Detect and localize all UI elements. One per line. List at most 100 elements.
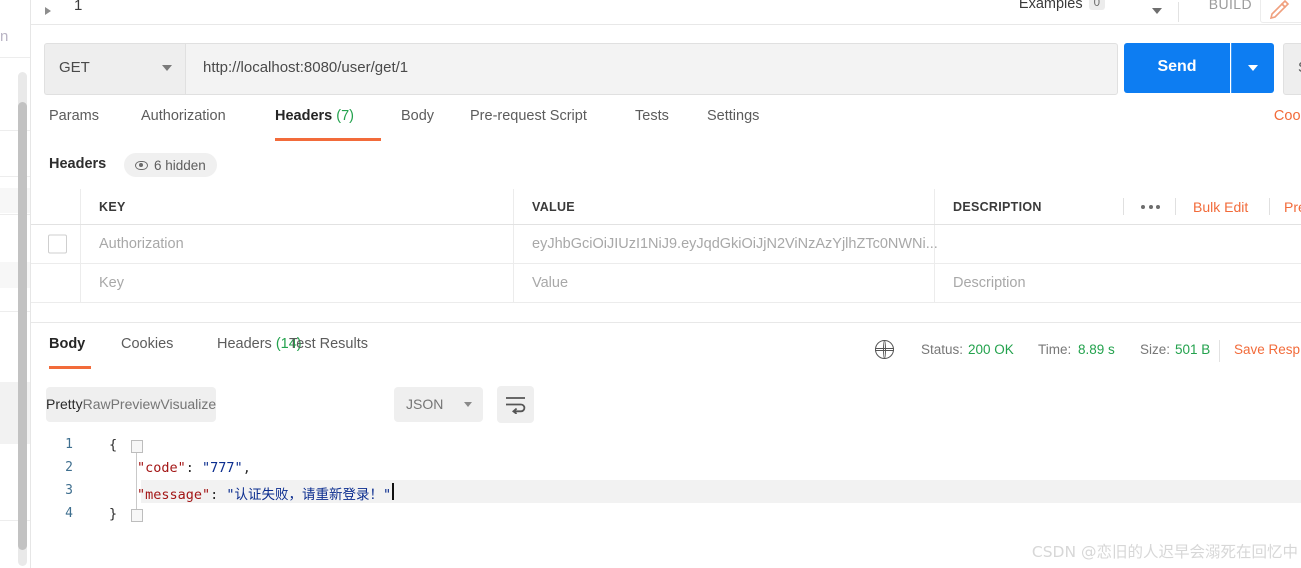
send-options-button[interactable] xyxy=(1231,43,1274,93)
column-header-key: KEY xyxy=(81,189,514,224)
size-value: 501 B xyxy=(1175,342,1211,357)
request-tab-authorization[interactable]: Authorization xyxy=(141,108,226,124)
toolbar-divider xyxy=(1269,198,1270,215)
toolbar-divider xyxy=(1175,198,1176,215)
hidden-headers-label: 6 hidden xyxy=(154,157,206,173)
save-button[interactable]: Sav xyxy=(1283,43,1301,95)
watermark: CSDN @恋旧的人迟早会溺死在回忆中 xyxy=(1031,543,1298,561)
body-format-pretty[interactable]: Pretty xyxy=(46,387,83,422)
column-header-value: VALUE xyxy=(514,189,935,224)
tab-label: Settings xyxy=(707,108,760,124)
request-tab-headers[interactable]: Headers (7) xyxy=(275,108,354,124)
headers-table: KEY VALUE DESCRIPTION Bulk Edit Pre Authoriza… xyxy=(31,189,1301,303)
sidebar-scrollbar[interactable] xyxy=(18,72,27,566)
status-label: Status: xyxy=(921,342,964,357)
request-tab-tests[interactable]: Tests xyxy=(635,108,669,124)
request-tab-settings[interactable]: Settings xyxy=(707,108,759,124)
code-token: , xyxy=(242,460,251,476)
code-token: { xyxy=(109,437,118,453)
request-tab-body[interactable]: Body xyxy=(401,108,434,124)
column-header-checkbox xyxy=(31,189,81,224)
request-collapsed-bar: 1 Examples 0 BUILD xyxy=(31,0,1301,25)
tab-label: Headers xyxy=(275,108,333,124)
response-tab-test-results[interactable]: Test Results xyxy=(289,336,368,352)
body-format-preview[interactable]: Preview xyxy=(111,387,161,422)
body-format-group: Pretty Raw Preview Visualize xyxy=(46,387,217,422)
size-label: Size: xyxy=(1140,342,1171,357)
sidebar-ghost-text: n xyxy=(0,28,9,45)
code-token: : xyxy=(210,487,227,503)
code-line: } xyxy=(109,506,117,522)
http-method-select[interactable]: GET xyxy=(44,43,186,95)
response-tab-body[interactable]: Body xyxy=(49,336,85,352)
bulk-edit-button[interactable]: Bulk Edit xyxy=(1193,199,1248,215)
examples-button[interactable]: Examples 0 xyxy=(1019,0,1105,12)
line-number: 1 xyxy=(65,437,73,452)
tab-label: Pre-request Script xyxy=(470,108,587,124)
globe-icon xyxy=(874,339,894,359)
body-language-select[interactable]: JSON xyxy=(394,387,483,422)
chevron-down-icon[interactable] xyxy=(1152,8,1162,14)
description-input[interactable] xyxy=(935,225,1301,263)
code-token: "认证失败，请重新登录！" xyxy=(226,487,392,503)
table-row[interactable]: Authorization eyJhbGciOiJIUzI1NiJ9.eyJqdG… xyxy=(31,225,1301,264)
body-format-raw[interactable]: Raw xyxy=(83,387,111,422)
save-response-button[interactable]: Save Resp xyxy=(1234,342,1300,357)
hidden-headers-toggle[interactable]: 6 hidden xyxy=(124,153,217,177)
fold-toggle-close[interactable] xyxy=(131,509,143,522)
request-tab-pre-request-script[interactable]: Pre-request Script xyxy=(470,108,587,124)
sidebar-scrollbar-thumb[interactable] xyxy=(18,102,27,550)
fold-toggle-open[interactable] xyxy=(131,440,143,453)
topbar-divider xyxy=(1178,2,1179,22)
table-row[interactable]: Key Value Description xyxy=(31,264,1301,303)
tab-label: Params xyxy=(49,108,99,124)
key-input-text: Authorization xyxy=(99,236,184,252)
key-input[interactable]: Authorization xyxy=(81,225,514,263)
tab-label: Test Results xyxy=(289,336,368,352)
url-input[interactable]: http://localhost:8080/user/get/1 xyxy=(185,43,1118,95)
code-line: { xyxy=(109,437,117,453)
response-tab-cookies[interactable]: Cookies xyxy=(121,336,173,352)
code-line: "message": "认证失败，请重新登录！" xyxy=(137,483,391,503)
expand-triangle-icon[interactable] xyxy=(45,7,51,15)
tab-label: Body xyxy=(401,108,435,124)
send-button[interactable]: Send xyxy=(1124,43,1230,93)
table-header-row: KEY VALUE DESCRIPTION Bulk Edit Pre xyxy=(31,189,1301,225)
tab-label: Body xyxy=(49,336,86,352)
row-checkbox-cell xyxy=(31,225,81,263)
column-header-description: DESCRIPTION Bulk Edit Pre xyxy=(935,189,1301,224)
time-value: 8.89 s xyxy=(1078,342,1115,357)
key-input-text: Key xyxy=(99,275,124,291)
value-input[interactable]: eyJhbGciOiJIUzI1NiJ9.eyJqdGkiOiJjN2ViNzA… xyxy=(514,225,938,263)
key-input[interactable]: Key xyxy=(81,264,514,302)
pencil-icon[interactable] xyxy=(1260,0,1301,23)
value-input[interactable]: Value xyxy=(514,264,935,302)
sidebar-divider xyxy=(0,57,30,58)
value-input-text: eyJhbGciOiJIUzI1NiJ9.eyJqdGkiOiJjN2ViNzA… xyxy=(532,236,938,252)
status-badge: 200 OK xyxy=(968,342,1014,357)
active-tab-indicator xyxy=(49,366,91,369)
presets-button[interactable]: Pre xyxy=(1284,199,1301,215)
word-wrap-icon[interactable] xyxy=(497,386,534,423)
chevron-down-icon xyxy=(162,65,172,71)
column-header-label: VALUE xyxy=(532,199,575,214)
request-tabs: Cooki Params Authorization Headers (7) Body… xyxy=(31,108,1301,146)
postman-window: n 1 Examples 0 BUILD GET http://localhos… xyxy=(0,0,1301,568)
value-input-text: Value xyxy=(532,275,569,291)
ellipsis-icon[interactable] xyxy=(1141,204,1160,209)
tab-label: Headers xyxy=(217,336,272,352)
row-checkbox-cell xyxy=(31,264,81,302)
time-label: Time: xyxy=(1038,342,1072,357)
column-header-label: KEY xyxy=(99,199,126,214)
body-format-visualize[interactable]: Visualize xyxy=(160,387,216,422)
eye-icon xyxy=(135,160,148,170)
cookies-link[interactable]: Cooki xyxy=(1274,108,1301,124)
chevron-down-icon xyxy=(1248,65,1258,71)
chevron-down-icon xyxy=(464,402,472,407)
response-divider xyxy=(31,322,1301,323)
description-input[interactable]: Description xyxy=(935,264,1301,302)
request-tab-params[interactable]: Params xyxy=(49,108,99,124)
code-line: "code": "777", xyxy=(137,460,251,476)
row-checkbox[interactable] xyxy=(48,234,67,254)
build-label: BUILD xyxy=(1208,0,1252,12)
